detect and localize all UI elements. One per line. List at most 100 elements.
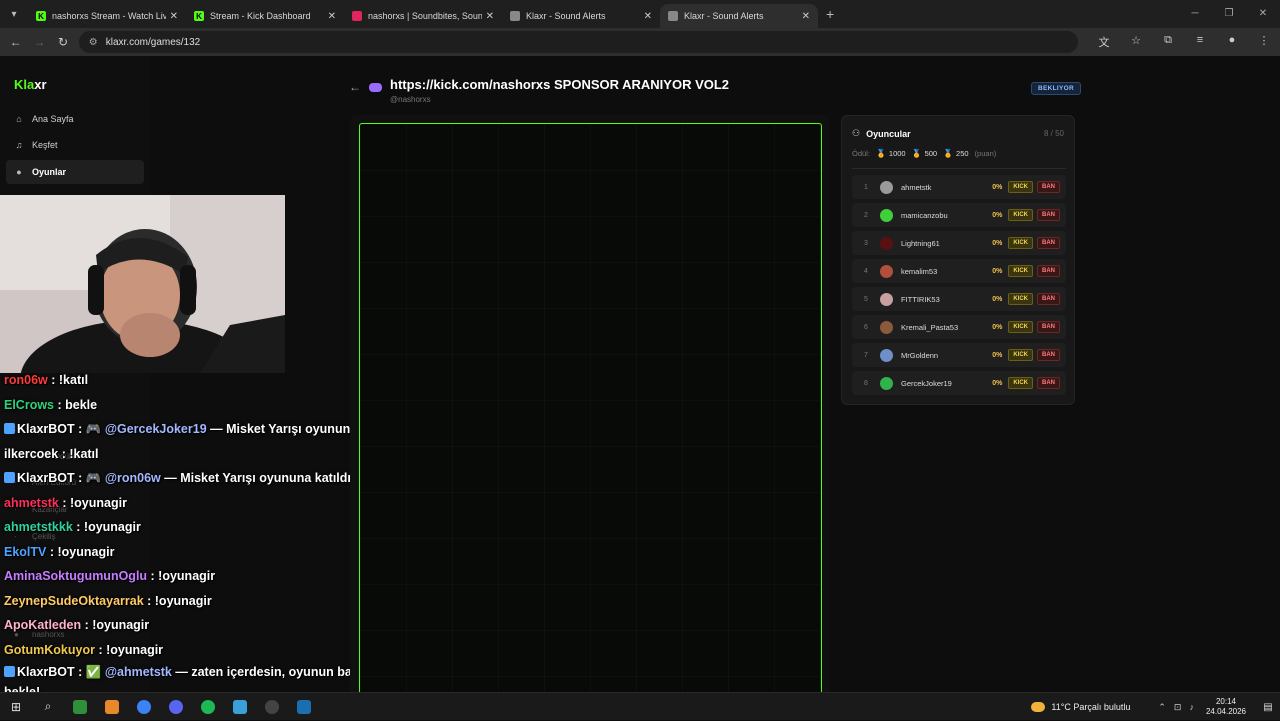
site-info-icon[interactable]: ⚙ [89, 37, 98, 48]
player-rank: 1 [864, 183, 868, 191]
ban-button[interactable]: BAN [1037, 293, 1060, 305]
extensions-icon[interactable]: ⧉ [1152, 34, 1184, 50]
spotify-icon[interactable] [192, 693, 224, 721]
taskbar-app-icon[interactable] [64, 693, 96, 721]
weather-text[interactable]: 11°C Parçalı bulutlu [1051, 702, 1130, 712]
player-rank: 6 [864, 323, 868, 331]
clock[interactable]: 20:14 24.04.2026 [1206, 697, 1246, 717]
kick-button[interactable]: KICK [1008, 237, 1033, 249]
sidebar-item-home[interactable]: ⌂ Ana Sayfa [6, 107, 144, 131]
reading-list-icon[interactable]: ≡ [1184, 34, 1216, 50]
kick-button[interactable]: KICK [1008, 265, 1033, 277]
chat-username: GotumKokuyor [4, 642, 95, 657]
discord-icon[interactable] [160, 693, 192, 721]
tab-close-icon[interactable]: ✕ [486, 11, 494, 22]
chat-username: ahmetstk [4, 495, 59, 510]
ban-button[interactable]: BAN [1037, 349, 1060, 361]
tab-search-icon[interactable]: ▾ [0, 0, 28, 28]
klaxr-logo[interactable]: Klaxr [14, 77, 47, 92]
back-arrow-icon[interactable]: ← [349, 80, 361, 94]
ban-button[interactable]: BAN [1037, 265, 1060, 277]
search-icon[interactable]: ⌕ [32, 693, 64, 721]
tab-close-icon[interactable]: ✕ [170, 11, 178, 22]
tab-title: Klaxr - Sound Alerts [526, 11, 606, 21]
webcam-streamer-image [0, 195, 285, 373]
marble-race-board[interactable] [359, 123, 822, 698]
kick-button[interactable]: KICK [1008, 321, 1033, 333]
windows-taskbar: ⊞ ⌕ 11°C Parçalı bulutlu ⌃ ⊡ ♪ 20:14 24.… [0, 692, 1280, 720]
taskbar-app-icon[interactable] [224, 693, 256, 721]
game-title: https://kick.com/nashorxs SPONSOR ARANIY… [390, 77, 730, 92]
kick-button[interactable]: KICK [1008, 377, 1033, 389]
close-window-icon[interactable]: ✕ [1246, 0, 1280, 28]
player-avatar [880, 348, 893, 362]
player-row: 7 MrGoldenn 0% KICK BAN [852, 343, 1066, 367]
browser-tab[interactable]: Klaxr - Sound Alerts ✕ [502, 4, 660, 28]
back-arrow-icon[interactable]: ← [4, 35, 28, 49]
medal-icon: 🏅 [943, 149, 954, 158]
chrome-icon[interactable] [128, 693, 160, 721]
ban-button[interactable]: BAN [1037, 321, 1060, 333]
forward-arrow-icon[interactable]: → [28, 35, 52, 49]
ban-button[interactable]: BAN [1037, 237, 1060, 249]
browser-toolbar: ← → ↻ ⚙ klaxr.com/games/132 文 ☆ ⧉ ≡ ● ⋮ [0, 28, 1280, 56]
player-progress: 0% [992, 239, 1003, 247]
browser-tab-bar: ▾ Knashorxs Stream - Watch Live o ✕ K Strea… [0, 0, 1280, 28]
translate-icon[interactable]: 文 [1088, 34, 1120, 50]
ban-button[interactable]: BAN [1037, 377, 1060, 389]
tab-close-icon[interactable]: ✕ [802, 11, 810, 22]
chat-text: : !oyunagir [81, 618, 150, 632]
steam-icon[interactable] [288, 693, 320, 721]
player-row: 5 FITTIRIK53 0% KICK BAN [852, 287, 1066, 311]
browser-tab[interactable]: nashorxs | Soundbites, Sounds ✕ [344, 4, 502, 28]
obs-icon[interactable] [256, 693, 288, 721]
volume-icon[interactable]: ♪ [1189, 702, 1194, 712]
address-bar[interactable]: ⚙ klaxr.com/games/132 [78, 31, 1078, 53]
chat-username: ilkercoek [4, 446, 59, 461]
minimize-icon[interactable]: ─ [1178, 0, 1212, 28]
bookmark-star-icon[interactable]: ☆ [1120, 34, 1152, 50]
ban-button[interactable]: BAN [1037, 181, 1060, 193]
reload-icon[interactable]: ↻ [51, 35, 75, 49]
gamepad-icon: ● [16, 167, 22, 177]
sidebar-item-explore[interactable]: ♫ Keşfet [6, 133, 144, 157]
browser-tab[interactable]: Klaxr - Sound Alerts ✕ [660, 4, 818, 28]
player-row: 2 mamicanzobu 0% KICK BAN [852, 203, 1066, 227]
player-row: 6 Kremali_Pasta53 0% KICK BAN [852, 315, 1066, 339]
sidebar-item-games[interactable]: ● Oyunlar [6, 160, 144, 184]
player-name: Lightning61 [901, 238, 940, 248]
players-list: 1 ahmetstk 0% KICK BAN 2 mamicanzobu 0% KICK BAN 3… [852, 175, 1066, 399]
browser-tab[interactable]: K Stream - Kick Dashboard ✕ [186, 4, 344, 28]
new-tab-icon[interactable]: + [826, 6, 834, 22]
medal-icon: 🏅 [911, 149, 922, 158]
tab-favicon-icon [510, 11, 520, 21]
kick-button[interactable]: KICK [1008, 181, 1033, 193]
browser-tab[interactable]: Knashorxs Stream - Watch Live o ✕ [28, 4, 186, 28]
bot-badge-icon [4, 423, 15, 434]
kick-button[interactable]: KICK [1008, 293, 1033, 305]
start-menu-icon[interactable]: ⊞ [0, 693, 32, 721]
chat-username: ZeynepSudeOktayarrak [4, 593, 144, 608]
chat-username: ahmetstkkk [4, 520, 73, 534]
tab-title: Klaxr - Sound Alerts [684, 11, 764, 21]
browser-menu-icon[interactable]: ⋮ [1248, 34, 1280, 50]
tab-title: nashorxs Stream - Watch Live o [52, 11, 166, 21]
player-row: 4 kemalim53 0% KICK BAN [852, 259, 1066, 283]
chat-separator: : 🎮 [74, 471, 105, 485]
taskbar-app-icon[interactable] [96, 693, 128, 721]
ban-button[interactable]: BAN [1037, 209, 1060, 221]
tray-chevron-icon[interactable]: ⌃ [1158, 702, 1166, 713]
chat-text: : !oyunagir [58, 495, 127, 510]
chat-text: : !oyunagir [46, 544, 115, 559]
player-progress: 0% [992, 267, 1003, 275]
player-progress: 0% [992, 379, 1003, 387]
kick-button[interactable]: KICK [1008, 349, 1033, 361]
tab-close-icon[interactable]: ✕ [644, 11, 652, 22]
tab-close-icon[interactable]: ✕ [328, 11, 336, 22]
maximize-icon[interactable]: ❐ [1212, 0, 1246, 28]
player-row: 1 ahmetstk 0% KICK BAN [852, 175, 1066, 199]
kick-button[interactable]: KICK [1008, 209, 1033, 221]
profile-avatar-icon[interactable]: ● [1216, 34, 1248, 50]
notifications-icon[interactable]: ▤ [1256, 702, 1280, 713]
network-icon[interactable]: ⊡ [1174, 702, 1182, 713]
